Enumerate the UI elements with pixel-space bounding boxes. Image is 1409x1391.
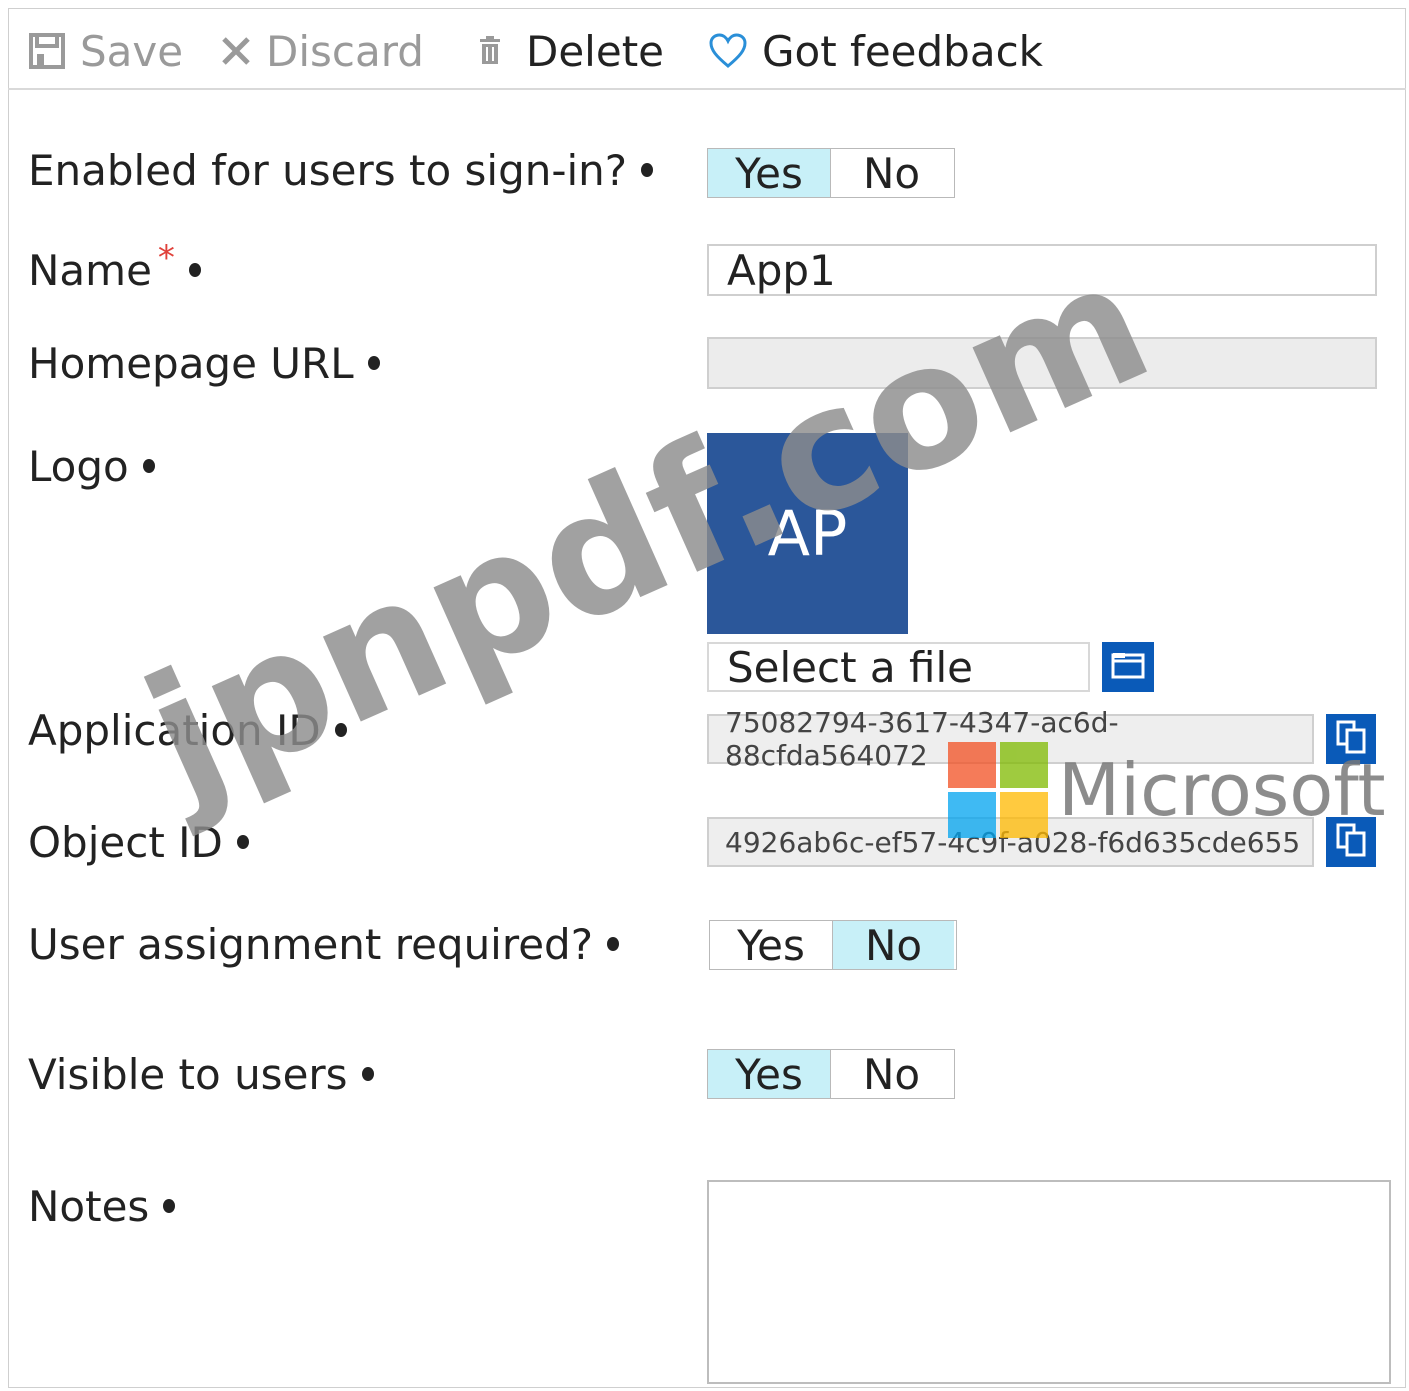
copy-application-id-button[interactable] [1326, 714, 1376, 764]
visible-label-text: Visible to users [28, 1049, 348, 1099]
enabled-label-text: Enabled for users to sign-in? [28, 145, 628, 195]
application-id-label-text: Application ID [28, 705, 321, 755]
enabled-label: Enabled for users to sign-in? [28, 144, 654, 196]
info-icon[interactable] [361, 1067, 374, 1081]
required-asterisk: * [157, 238, 175, 278]
notes-label-text: Notes [28, 1181, 150, 1231]
folder-icon [1111, 651, 1145, 683]
app-logo: AP [707, 433, 908, 634]
command-bar: Save Discard Delete Got feedback [8, 8, 1406, 90]
enabled-yes-option[interactable]: Yes [708, 149, 830, 198]
homepage-url-input[interactable] [707, 337, 1377, 389]
info-icon[interactable] [188, 263, 201, 277]
info-icon[interactable] [641, 163, 654, 177]
visible-no-option[interactable]: No [830, 1050, 952, 1099]
info-icon[interactable] [607, 937, 619, 951]
info-icon[interactable] [367, 356, 380, 370]
delete-label: Delete [526, 26, 664, 76]
info-icon[interactable] [163, 1199, 176, 1213]
visible-label: Visible to users [28, 1048, 374, 1100]
user-assignment-no-option[interactable]: No [832, 921, 954, 970]
notes-label: Notes [28, 1180, 176, 1232]
feedback-label: Got feedback [762, 26, 1043, 76]
heart-icon [708, 32, 748, 70]
browse-button[interactable] [1102, 642, 1154, 692]
discard-button[interactable]: Discard [220, 26, 424, 76]
name-input[interactable]: App1 [707, 244, 1377, 296]
logo-initials: AP [767, 497, 848, 570]
visible-toggle: Yes No [707, 1049, 955, 1099]
close-icon [220, 35, 252, 67]
copy-object-id-button[interactable] [1326, 817, 1376, 867]
homepage-label: Homepage URL [28, 337, 380, 389]
user-assignment-label: User assignment required? [28, 918, 619, 970]
visible-yes-option[interactable]: Yes [708, 1050, 830, 1099]
user-assignment-yes-option[interactable]: Yes [710, 921, 832, 970]
object-id-label-text: Object ID [28, 817, 223, 867]
info-icon[interactable] [236, 835, 249, 849]
feedback-button[interactable]: Got feedback [708, 26, 1043, 76]
info-icon[interactable] [334, 723, 347, 737]
copy-icon [1335, 719, 1367, 759]
user-assignment-toggle: Yes No [709, 920, 957, 970]
trash-icon [478, 36, 502, 66]
info-icon[interactable] [142, 459, 155, 473]
copy-icon [1335, 822, 1367, 862]
homepage-label-text: Homepage URL [28, 338, 354, 388]
save-label: Save [80, 26, 184, 76]
enabled-toggle: Yes No [707, 148, 955, 198]
discard-label: Discard [266, 26, 424, 76]
application-id-field[interactable]: 75082794-3617-4347-ac6d-88cfda564072 [707, 706, 1314, 772]
user-assignment-label-text: User assignment required? [28, 919, 593, 969]
delete-button[interactable]: Delete [478, 26, 664, 76]
logo-label-text: Logo [28, 441, 129, 491]
name-label: Name * [28, 238, 201, 296]
save-button[interactable]: Save [28, 26, 183, 76]
application-id-label: Application ID [28, 704, 347, 756]
name-label-text: Name [28, 245, 152, 295]
enabled-no-option[interactable]: No [830, 149, 952, 198]
logo-file-input[interactable]: Select a file [707, 642, 1090, 692]
object-id-field[interactable]: 4926ab6c-ef57-4c9f-a028-f6d635cde655 [707, 817, 1314, 867]
object-id-label: Object ID [28, 816, 249, 868]
save-icon [28, 32, 66, 70]
logo-label: Logo [28, 440, 155, 492]
notes-textarea[interactable] [707, 1180, 1391, 1384]
